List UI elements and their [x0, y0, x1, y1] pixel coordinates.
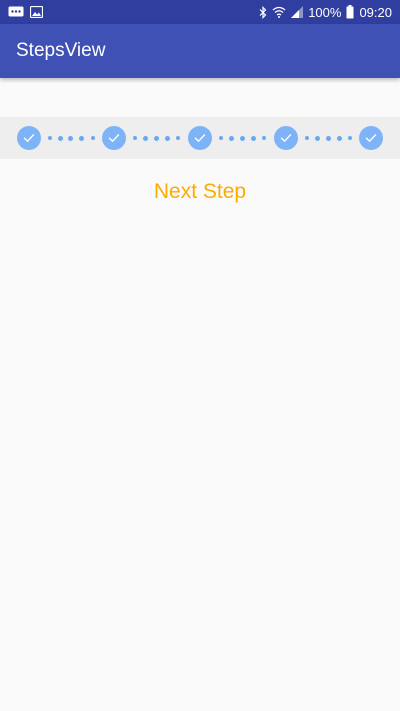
step-connector-dot	[326, 135, 331, 141]
check-icon	[194, 134, 206, 142]
step-5-completed	[359, 126, 383, 150]
check-icon	[365, 134, 377, 142]
step-connector-dot	[305, 136, 309, 140]
step-connector-dot	[58, 135, 63, 141]
step-connector-dot	[262, 136, 266, 140]
check-icon	[23, 134, 35, 142]
step-connector-dot	[133, 136, 137, 140]
check-icon	[108, 134, 120, 142]
step-connector-dot	[251, 135, 256, 141]
step-connector-dot	[91, 136, 95, 140]
step-connector-dot	[229, 135, 234, 141]
step-connector-dot	[240, 135, 245, 141]
status-left-icons	[8, 6, 43, 18]
step-4-completed	[274, 126, 298, 150]
wifi-icon	[272, 6, 286, 18]
check-icon	[280, 134, 292, 142]
app-title: StepsView	[16, 40, 106, 61]
battery-icon	[346, 5, 354, 19]
steps-view	[0, 117, 400, 159]
step-connector-dot	[154, 135, 159, 141]
step-connector-dot	[337, 135, 342, 141]
step-connector-dot	[143, 135, 148, 141]
signal-icon	[291, 6, 304, 18]
step-1-completed	[17, 126, 41, 150]
app-bar: StepsView	[0, 24, 400, 78]
image-icon	[30, 6, 43, 18]
step-connector-dot	[219, 136, 223, 140]
step-connector-dot	[165, 135, 170, 141]
status-time: 09:20	[359, 4, 392, 20]
step-connector-dot	[176, 136, 180, 140]
step-connector-dot	[68, 135, 73, 141]
status-bar: 100% 09:20	[0, 0, 400, 24]
step-connector-dot	[315, 135, 320, 141]
status-right-icons: 100% 09:20	[259, 5, 392, 20]
step-2-completed	[102, 126, 126, 150]
bluetooth-icon	[259, 5, 267, 19]
battery-percent: 100%	[308, 4, 342, 20]
step-connector-dot	[79, 135, 84, 141]
step-connector-dot	[348, 136, 352, 140]
message-icon	[8, 6, 24, 18]
next-step-button[interactable]: Next Step	[0, 180, 400, 204]
step-connector-dot	[48, 136, 52, 140]
step-3-completed	[188, 126, 212, 150]
